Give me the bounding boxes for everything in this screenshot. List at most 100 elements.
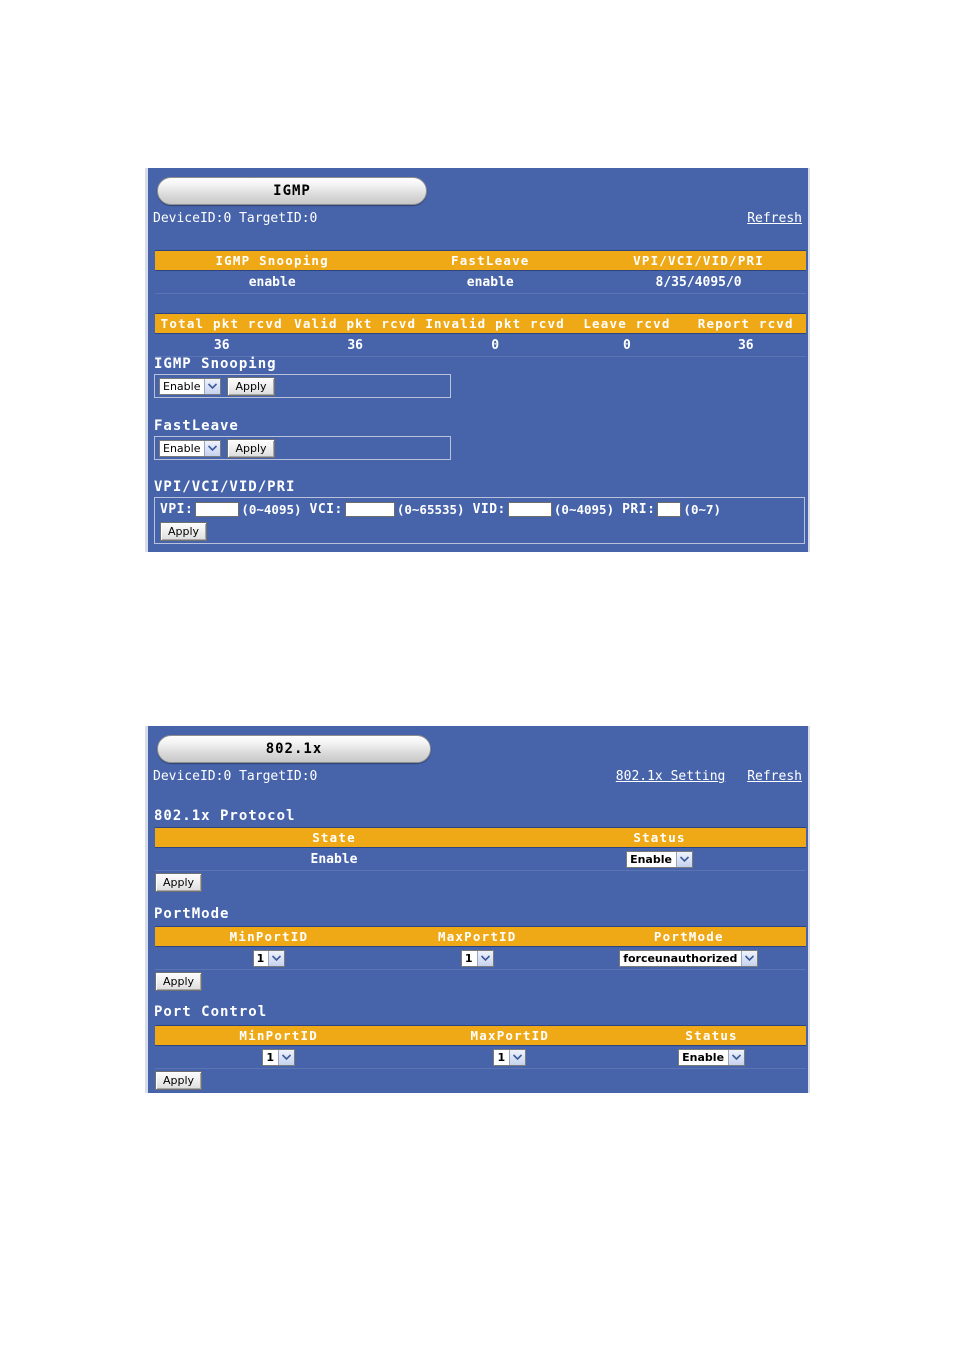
pri-input[interactable]	[657, 502, 682, 517]
vid-input[interactable]	[507, 502, 552, 517]
refresh-link[interactable]: Refresh	[747, 211, 802, 226]
portmode-maxport-select[interactable]: 1	[460, 949, 494, 967]
vid-label: VID:	[472, 502, 506, 517]
col-leave-rcvd: Leave rcvd	[568, 313, 686, 334]
dot1x-protocol-apply-button[interactable]: Apply	[155, 873, 203, 892]
igmp-links: Refresh	[747, 211, 802, 226]
cell-portmode-min: 1	[155, 946, 383, 970]
vpi-apply-button[interactable]: Apply	[160, 522, 208, 541]
cell-portmode-mode: forceunauthorized	[571, 946, 806, 970]
fastleave-form: Enable Apply	[154, 436, 451, 460]
portcontrol-label: Port Control	[154, 1004, 268, 1020]
dot1x-panel: 802.1x DeviceID:0 TargetID:0 802.1x Sett…	[145, 726, 810, 1093]
vci-hint: (0~65535)	[396, 502, 465, 517]
igmp-snooping-form: Enable Apply	[154, 374, 451, 398]
dot1x-protocol-apply-row: Apply	[155, 872, 203, 892]
vci-input[interactable]	[344, 502, 395, 517]
vci-label: VCI:	[309, 502, 343, 517]
panel-title: IGMP	[273, 183, 311, 199]
portcontrol-maxport-select[interactable]: 1	[493, 1048, 527, 1066]
portcontrol-apply-button[interactable]: Apply	[155, 1071, 203, 1090]
cell-report-rcvd: 36	[685, 333, 806, 357]
igmp-snooping-select-value: Enable	[163, 379, 201, 393]
panel-title: 802.1x	[265, 741, 323, 757]
table-row: 1 1	[155, 946, 806, 970]
fastleave-select[interactable]: Enable	[159, 439, 222, 457]
fastleave-apply-button[interactable]: Apply	[227, 438, 275, 458]
vpi-apply-row: Apply	[160, 521, 799, 541]
dot1x-status-select[interactable]: Enable	[626, 850, 693, 868]
igmp-status-table: IGMP Snooping FastLeave VPI/VCI/VID/PRI …	[155, 250, 806, 294]
igmp-snooping-select[interactable]: Enable	[159, 377, 222, 395]
cell-total-pkt-rcvd: 36	[155, 333, 289, 357]
vpi-input[interactable]	[195, 502, 240, 517]
cell-portcontrol-max: 1	[402, 1045, 618, 1069]
chevron-down-icon	[278, 1049, 295, 1065]
dot1x-status-select-value: Enable	[630, 852, 672, 866]
col-state: State	[155, 827, 514, 848]
portmode-mode-select[interactable]: forceunauthorized	[619, 949, 759, 967]
igmp-panel: IGMP DeviceID:0 TargetID:0 Refresh IGMP …	[145, 168, 810, 552]
cell-fastleave-value: enable	[389, 270, 592, 294]
dot1x-device-id-line: DeviceID:0 TargetID:0	[153, 769, 318, 784]
table-row: Enable Enable	[155, 847, 806, 871]
table-row: 36 36 0 0 36	[155, 333, 806, 357]
col-igmp-snooping: IGMP Snooping	[155, 250, 390, 271]
table-header-row: State Status	[155, 827, 806, 848]
pri-hint: (0~7)	[683, 502, 722, 517]
igmp-snooping-section-label: IGMP Snooping	[154, 356, 277, 372]
portmode-table: MinPortID MaxPortID PortMode 1 1 forceun…	[155, 926, 806, 970]
table-header-row: IGMP Snooping FastLeave VPI/VCI/VID/PRI	[155, 250, 806, 271]
cell-vpi-value: 8/35/4095/0	[591, 270, 806, 294]
cell-portcontrol-min: 1	[155, 1045, 403, 1069]
vpi-section-label: VPI/VCI/VID/PRI	[154, 479, 296, 495]
cell-invalid-pkt-rcvd: 0	[421, 333, 569, 357]
chevron-down-icon	[741, 950, 758, 966]
cell-leave-rcvd: 0	[568, 333, 686, 357]
portmode-apply-button[interactable]: Apply	[155, 972, 203, 991]
pri-label: PRI:	[622, 502, 656, 517]
vpi-hint: (0~4095)	[241, 502, 302, 517]
col-valid-pkt-rcvd: Valid pkt rcvd	[288, 313, 422, 334]
portmode-mode-value: forceunauthorized	[623, 951, 738, 965]
col-report-rcvd: Report rcvd	[685, 313, 806, 334]
table-row: enable enable 8/35/4095/0	[155, 270, 806, 294]
igmp-title-pill: IGMP	[157, 177, 427, 205]
col-minportid: MinPortID	[155, 926, 383, 947]
vpi-label: VPI:	[160, 502, 194, 517]
chevron-down-icon	[675, 851, 692, 867]
col-maxportid: MaxPortID	[382, 926, 572, 947]
fastleave-select-value: Enable	[163, 441, 201, 455]
col-portmode: PortMode	[571, 926, 806, 947]
portcontrol-status-value: Enable	[682, 1050, 725, 1064]
cell-portcontrol-status: Enable	[617, 1045, 806, 1069]
portmode-minport-value: 1	[256, 951, 265, 965]
table-header-row: MinPortID MaxPortID PortMode	[155, 926, 806, 947]
col-total-pkt-rcvd: Total pkt rcvd	[155, 313, 289, 334]
dot1x-protocol-label: 802.1x Protocol	[154, 808, 296, 824]
portcontrol-minport-select[interactable]: 1	[262, 1048, 296, 1066]
cell-state-value: Enable	[155, 847, 514, 871]
vpi-fields-row: VPI: (0~4095) VCI: (0~65535) VID: (0~409…	[160, 502, 799, 517]
portcontrol-table: MinPortID MaxPortID Status 1 1 Enable	[155, 1025, 806, 1069]
cell-valid-pkt-rcvd: 36	[288, 333, 422, 357]
fastleave-section-label: FastLeave	[154, 418, 239, 434]
col-vpi-vci-vid-pri: VPI/VCI/VID/PRI	[591, 250, 806, 271]
chevron-down-icon	[476, 950, 493, 966]
chevron-down-icon	[204, 378, 221, 394]
dot1x-protocol-table: State Status Enable Enable	[155, 827, 806, 871]
vid-hint: (0~4095)	[553, 502, 615, 517]
cell-status-select: Enable	[513, 847, 806, 871]
dot1x-links: 802.1x Setting Refresh	[616, 769, 802, 784]
portmode-apply-row: Apply	[155, 971, 203, 991]
portcontrol-status-select[interactable]: Enable	[678, 1048, 746, 1066]
table-row: 1 1	[155, 1045, 806, 1069]
refresh-link[interactable]: Refresh	[747, 769, 802, 784]
igmp-stats-table: Total pkt rcvd Valid pkt rcvd Invalid pk…	[155, 313, 806, 357]
page-root: IGMP DeviceID:0 TargetID:0 Refresh IGMP …	[0, 0, 954, 1350]
col-minportid: MinPortID	[155, 1025, 403, 1046]
dot1x-setting-link[interactable]: 802.1x Setting	[616, 769, 726, 784]
portmode-minport-select[interactable]: 1	[252, 949, 286, 967]
cell-igmp-snooping-value: enable	[155, 270, 390, 294]
igmp-snooping-apply-button[interactable]: Apply	[227, 376, 275, 396]
